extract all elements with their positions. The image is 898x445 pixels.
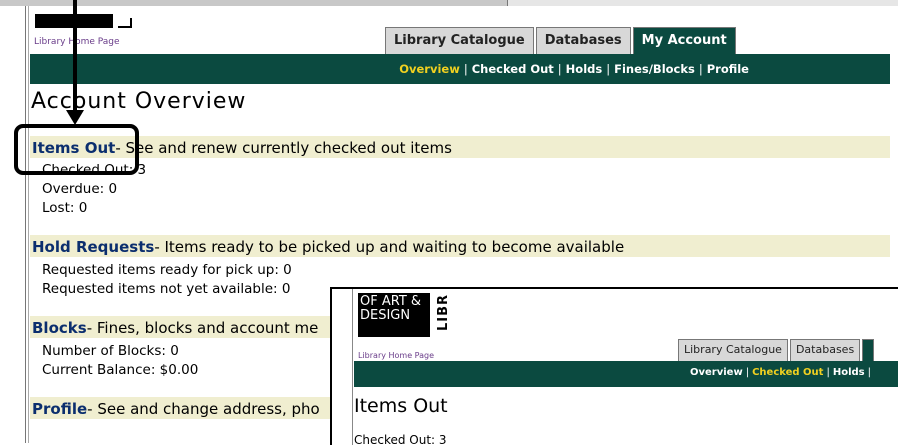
account-navbar: Overview | Checked Out | Holds | Fines/Blocks |…	[30, 54, 890, 84]
subnav-holds[interactable]: Holds	[566, 62, 603, 76]
tab-databases[interactable]: Databases	[535, 27, 631, 54]
pointer-arrow	[73, 0, 77, 112]
inset-tab-databases[interactable]: Databases	[789, 339, 861, 361]
subnav-fines-blocks[interactable]: Fines/Blocks	[614, 62, 695, 76]
inset-account-navbar: Overview | Checked Out | Holds |	[354, 361, 898, 387]
inset-stat-checked-out: Checked Out: 3	[354, 433, 447, 445]
subnav-profile[interactable]: Profile	[707, 62, 749, 76]
inset-subnav-holds[interactable]: Holds	[833, 367, 865, 378]
inset-main-tabs: Library Catalogue Databases	[678, 339, 875, 361]
stat-not-yet-available: Requested items not yet available: 0	[42, 281, 291, 297]
profile-link[interactable]: Profile	[32, 400, 87, 418]
main-tabs: Library Catalogue Databases My Account	[385, 27, 736, 55]
tab-my-account[interactable]: My Account	[632, 27, 736, 55]
library-logo-mark	[118, 18, 132, 28]
window-frame-line	[352, 289, 353, 445]
window-frame-line	[28, 6, 29, 443]
section-description: - See and change address, pho	[87, 400, 320, 418]
account-subnav: Overview | Checked Out | Holds | Fines/Blocks |…	[399, 62, 749, 76]
inset-subnav-overview[interactable]: Overview	[690, 367, 743, 378]
inset-tab-library-catalogue[interactable]: Library Catalogue	[678, 339, 788, 361]
inset-library-logo[interactable]: OF ART & DESIGN	[358, 293, 430, 337]
section-description: - Fines, blocks and account me	[86, 319, 319, 337]
window-frame-line	[25, 6, 26, 443]
tab-library-catalogue[interactable]: Library Catalogue	[385, 27, 534, 54]
background-window-edge	[507, 0, 898, 6]
inset-page-title: Items Out	[354, 395, 448, 417]
pointer-arrow-head	[66, 110, 84, 125]
section-description: - Items ready to be picked up and waitin…	[154, 238, 625, 256]
hold-requests-link[interactable]: Hold Requests	[32, 238, 154, 256]
inset-account-subnav: Overview | Checked Out | Holds |	[690, 367, 871, 378]
blocks-link[interactable]: Blocks	[32, 319, 87, 337]
stat-current-balance: Current Balance: $0.00	[42, 362, 199, 378]
highlight-callout-box	[14, 124, 139, 175]
section-items-out: Items Out- See and renew currently check…	[30, 136, 890, 158]
stat-overdue: Overdue: 0	[42, 181, 118, 197]
inset-tab-my-account[interactable]	[862, 339, 875, 361]
stat-ready-for-pickup: Requested items ready for pick up: 0	[42, 262, 292, 278]
stat-number-of-blocks: Number of Blocks: 0	[42, 343, 179, 359]
inset-library-home-link[interactable]: Library Home Page	[358, 351, 434, 360]
section-description: - See and renew currently checked out it…	[115, 139, 452, 157]
stat-lost: Lost: 0	[42, 200, 88, 216]
inset-logo-vertical-text: LIBR	[436, 293, 451, 331]
page-title: Account Overview	[31, 89, 247, 114]
items-out-preview-screenshot: OF ART & DESIGN LIBR Library Home Page L…	[330, 287, 898, 445]
inset-logo-text: OF ART & DESIGN	[360, 294, 422, 323]
subnav-overview[interactable]: Overview	[399, 62, 460, 76]
section-hold-requests: Hold Requests- Items ready to be picked …	[30, 235, 890, 257]
inset-subnav-checked-out[interactable]: Checked Out	[752, 367, 823, 378]
background-window-strip	[0, 0, 898, 6]
subnav-checked-out[interactable]: Checked Out	[472, 62, 554, 76]
